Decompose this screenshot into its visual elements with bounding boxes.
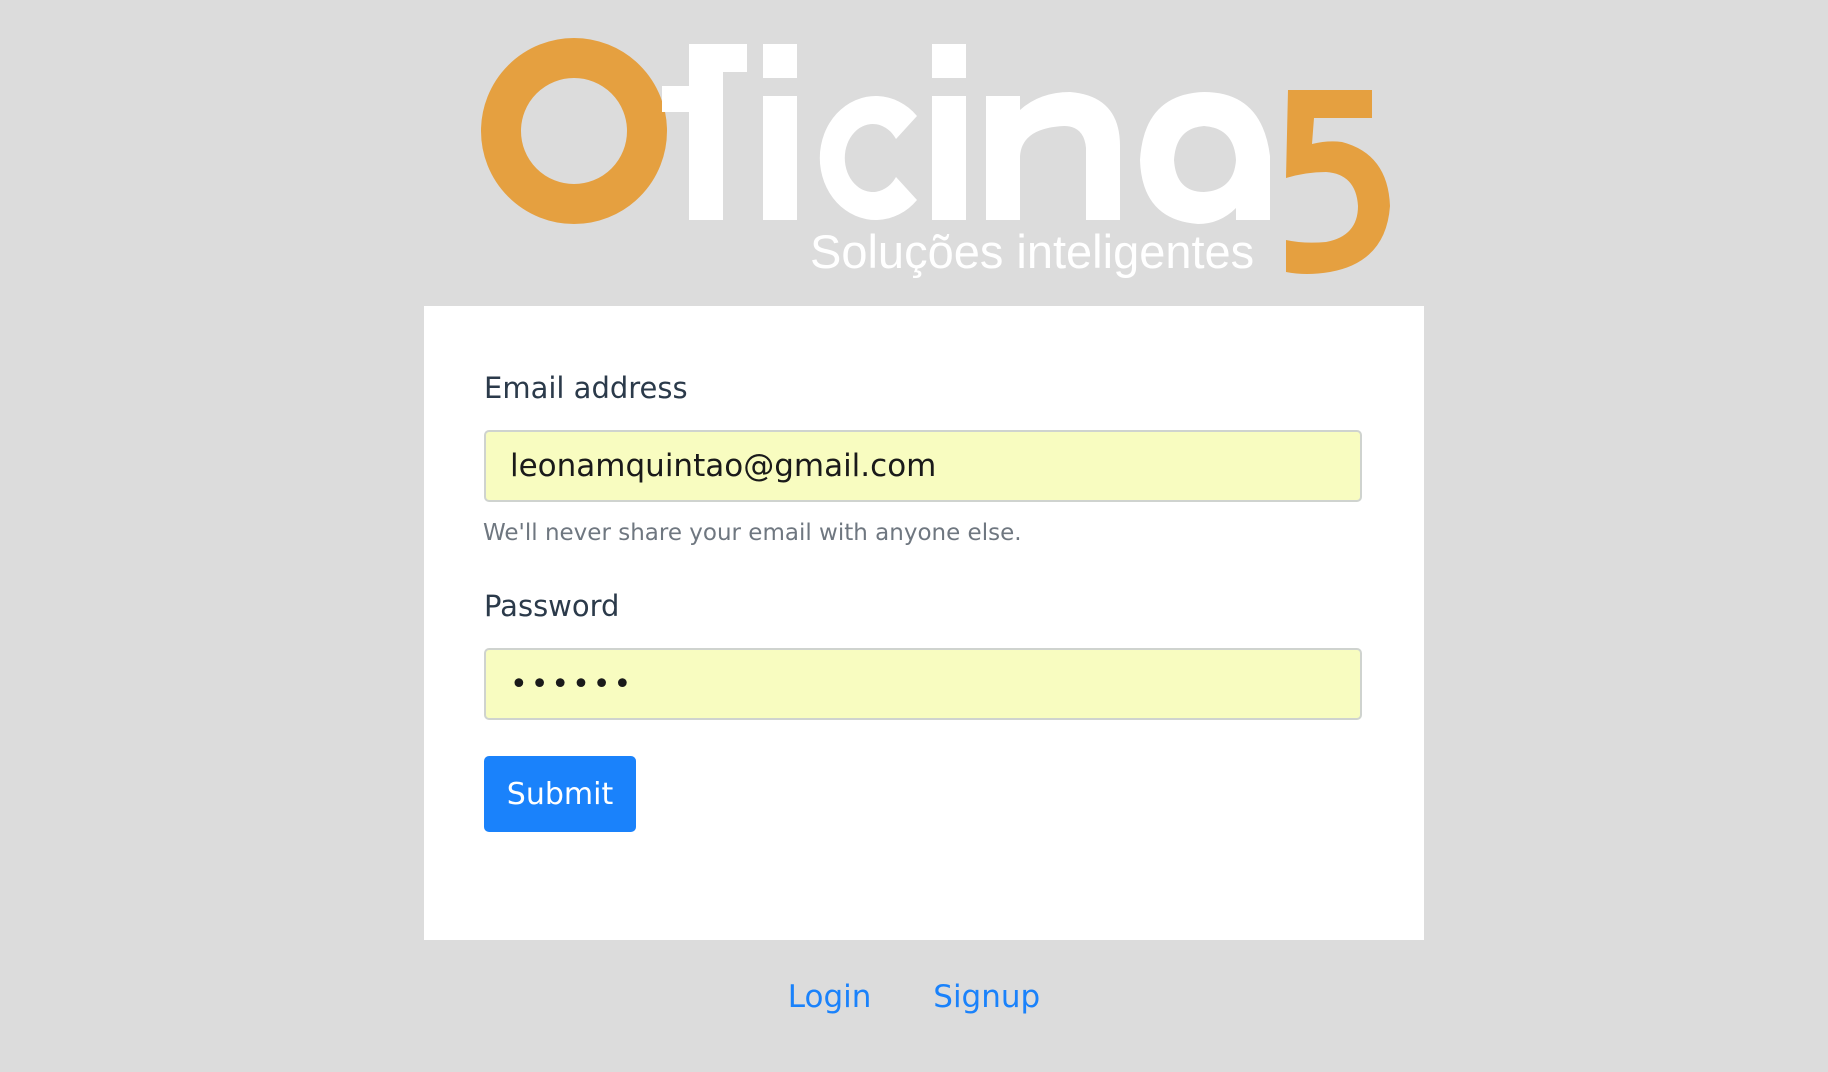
login-link[interactable]: Login (788, 977, 872, 1017)
logo-letter-o (481, 38, 667, 224)
signup-link[interactable]: Signup (933, 977, 1040, 1017)
login-page: Soluções inteligentes Email address We'l… (0, 0, 1828, 1072)
login-card: Email address We'll never share your ema… (424, 306, 1424, 940)
footer-nav: Login Signup (0, 977, 1828, 1017)
password-label: Password (484, 589, 620, 623)
logo-tagline: Soluções inteligentes (810, 225, 1254, 278)
email-field[interactable] (484, 430, 1362, 502)
logo-digit-5 (1286, 90, 1390, 274)
submit-button[interactable]: Submit (484, 756, 636, 832)
email-label: Email address (484, 371, 688, 405)
email-help-text: We'll never share your email with anyone… (483, 520, 1022, 546)
oficina5-logo: Soluções inteligentes (480, 36, 1390, 292)
logo-letters-ficina (662, 44, 1270, 224)
oficina5-logo-graphic: Soluções inteligentes (481, 38, 1390, 278)
password-field[interactable] (484, 648, 1362, 720)
